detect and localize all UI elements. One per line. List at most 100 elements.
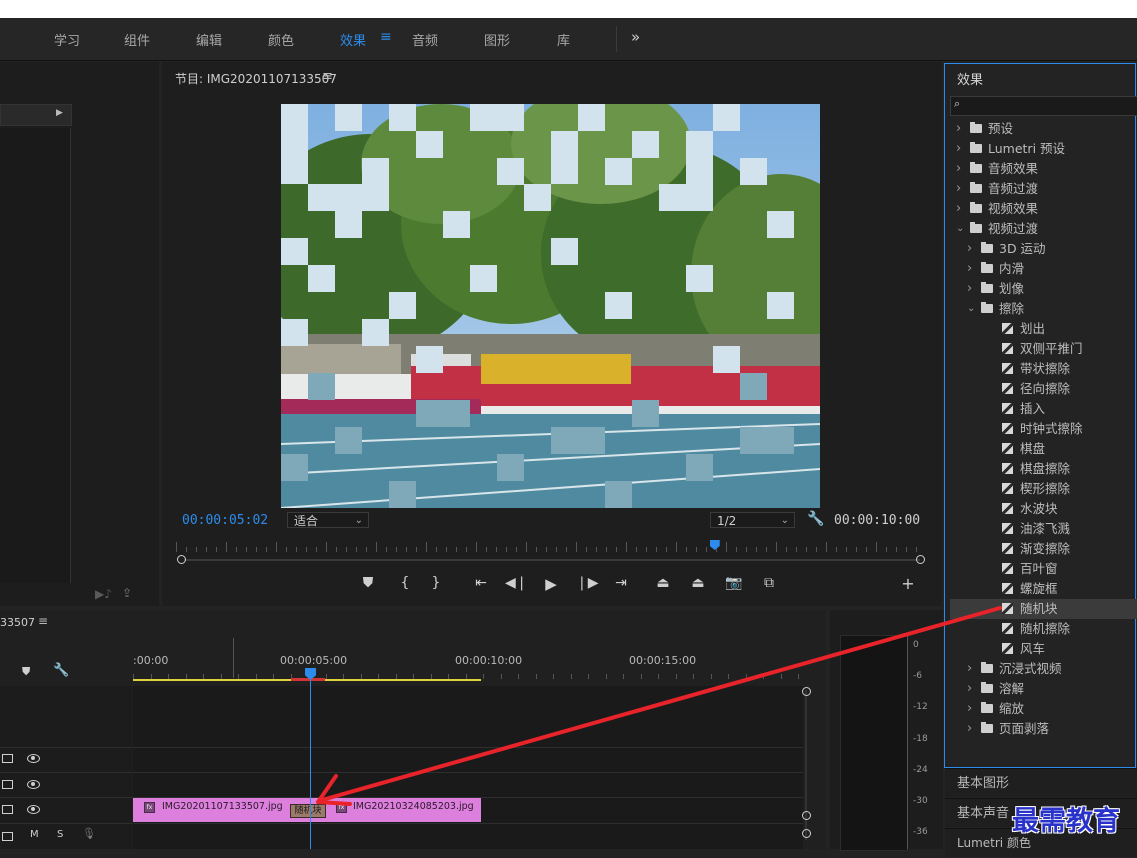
wrench-icon[interactable]: 🔧 bbox=[807, 511, 824, 527]
timeline-menu-icon[interactable]: ≡ bbox=[38, 614, 48, 628]
export-icon[interactable]: ⇪ bbox=[122, 586, 132, 600]
effects-tree-item[interactable]: 水波块 bbox=[950, 499, 1137, 519]
effects-tree-item[interactable]: 棋盘擦除 bbox=[950, 459, 1137, 479]
tab-editing[interactable]: 编辑 bbox=[196, 30, 222, 49]
add-marker-icon[interactable]: ⛊ bbox=[357, 575, 379, 591]
tab-libraries[interactable]: 库 bbox=[557, 30, 570, 49]
chevron-right-icon[interactable]: › bbox=[967, 679, 972, 699]
track-area[interactable]: fx IMG20201107133507.jpg fx IMG202103240… bbox=[133, 686, 803, 849]
sequence-tab[interactable]: 33507 bbox=[0, 616, 35, 629]
effects-tree-item[interactable]: 时钟式擦除 bbox=[950, 419, 1137, 439]
scroll-handle-bottom[interactable] bbox=[802, 811, 811, 820]
effects-tree-item[interactable]: 带状擦除 bbox=[950, 359, 1137, 379]
effects-tree-item[interactable]: 楔形擦除 bbox=[950, 479, 1137, 499]
essential-graphics-panel[interactable]: 基本图形 bbox=[945, 768, 1137, 797]
effects-tree-item[interactable]: ⌄ 擦除 bbox=[950, 299, 1137, 319]
step-forward-icon[interactable]: ❘▶ bbox=[576, 575, 599, 591]
mark-out-icon[interactable]: } bbox=[425, 575, 447, 591]
more-workspaces-icon[interactable]: » bbox=[631, 28, 640, 46]
resolution-select[interactable]: 1/2 ⌄ bbox=[710, 512, 795, 528]
track-output-icon[interactable] bbox=[2, 805, 13, 814]
effects-tree-item[interactable]: › 预设 bbox=[950, 119, 1137, 139]
effects-search-input[interactable]: ⌕ bbox=[950, 96, 1137, 116]
chevron-right-icon[interactable]: › bbox=[956, 179, 961, 199]
eye-icon[interactable] bbox=[27, 780, 40, 789]
transition-block[interactable]: 随机块 bbox=[290, 804, 326, 818]
chevron-right-icon[interactable]: › bbox=[956, 119, 961, 139]
tab-color[interactable]: 颜色 bbox=[268, 30, 294, 49]
effects-tree-item[interactable]: 油漆飞溅 bbox=[950, 519, 1137, 539]
chevron-right-icon[interactable]: › bbox=[956, 199, 961, 219]
effects-tree-item[interactable]: 划出 bbox=[950, 319, 1137, 339]
effects-tree-item[interactable]: 百叶窗 bbox=[950, 559, 1137, 579]
chevron-right-icon[interactable]: › bbox=[967, 279, 972, 299]
program-monitor-title[interactable]: 节目: IMG20201107133507 bbox=[175, 70, 337, 87]
eye-icon[interactable] bbox=[27, 754, 40, 763]
chevron-down-icon[interactable]: ⌄ bbox=[967, 299, 975, 319]
comparison-view-icon[interactable]: ⧉ bbox=[758, 575, 780, 591]
tab-effects[interactable]: 效果 bbox=[340, 30, 366, 49]
effects-tree-item[interactable]: › 音频过渡 bbox=[950, 179, 1137, 199]
chevron-right-icon[interactable]: › bbox=[956, 159, 961, 179]
tab-graphics[interactable]: 图形 bbox=[484, 30, 510, 49]
effects-tree-item[interactable]: › 音频效果 bbox=[950, 159, 1137, 179]
effects-tree-item[interactable]: › 页面剥落 bbox=[950, 719, 1137, 739]
go-to-in-icon[interactable]: ⇤ bbox=[470, 575, 492, 591]
play-icon[interactable]: ▶ bbox=[540, 575, 562, 593]
mute-button[interactable]: M bbox=[30, 829, 39, 840]
effects-tree-item[interactable]: ⌄ 视频过渡 bbox=[950, 219, 1137, 239]
solo-button[interactable]: S bbox=[57, 829, 63, 840]
eye-icon[interactable] bbox=[27, 805, 40, 814]
chevron-right-icon[interactable]: › bbox=[967, 719, 972, 739]
effects-tree-item[interactable]: › 沉浸式视频 bbox=[950, 659, 1137, 679]
play-arrow-icon[interactable]: ▶ bbox=[56, 108, 63, 118]
effects-tree-item[interactable]: 随机擦除 bbox=[950, 619, 1137, 639]
step-back-icon[interactable]: ◀❘ bbox=[505, 575, 528, 591]
effects-tree-item[interactable]: › 视频效果 bbox=[950, 199, 1137, 219]
effects-tree-item[interactable]: 螺旋框 bbox=[950, 579, 1137, 599]
track-output-icon[interactable] bbox=[2, 832, 13, 841]
video-clip[interactable]: fx IMG20201107133507.jpg fx IMG202103240… bbox=[133, 798, 481, 822]
scroll-handle-extra[interactable] bbox=[802, 829, 811, 838]
chevron-right-icon[interactable]: › bbox=[956, 139, 961, 159]
chevron-right-icon[interactable]: › bbox=[967, 239, 972, 259]
tab-learn[interactable]: 学习 bbox=[54, 30, 80, 49]
workspace-menu-icon[interactable]: ≡ bbox=[380, 29, 392, 45]
scroll-handle-right[interactable] bbox=[916, 555, 925, 564]
effects-tree-item[interactable]: 径向擦除 bbox=[950, 379, 1137, 399]
lift-icon[interactable]: ⏏ bbox=[652, 575, 674, 591]
effects-tree-item[interactable]: 风车 bbox=[950, 639, 1137, 659]
scroll-handle-left[interactable] bbox=[177, 555, 186, 564]
tab-audio[interactable]: 音频 bbox=[412, 30, 438, 49]
audio-drag-icon[interactable]: ▶♪ bbox=[95, 587, 112, 601]
add-marker-icon-timeline[interactable]: ⛊ bbox=[22, 665, 30, 679]
effects-tree-item[interactable]: › 内滑 bbox=[950, 259, 1137, 279]
track-output-icon[interactable] bbox=[2, 754, 13, 763]
effects-panel-title[interactable]: 效果 bbox=[957, 69, 983, 88]
current-timecode[interactable]: 00:00:05:02 bbox=[182, 513, 268, 528]
effects-tree-item[interactable]: 渐变擦除 bbox=[950, 539, 1137, 559]
wrench-icon-timeline[interactable]: 🔧 bbox=[53, 663, 69, 678]
add-button-icon[interactable]: + bbox=[897, 574, 919, 593]
effects-tree-item[interactable]: 棋盘 bbox=[950, 439, 1137, 459]
zoom-scrollbar[interactable] bbox=[184, 559, 920, 561]
effects-tree-item[interactable]: › 划像 bbox=[950, 279, 1137, 299]
camera-icon[interactable]: 📷 bbox=[723, 575, 745, 591]
effects-tree-item[interactable]: 随机块 bbox=[950, 599, 1137, 619]
microphone-icon[interactable]: 🎙 bbox=[82, 827, 96, 840]
monitor-menu-icon[interactable]: ≡ bbox=[322, 69, 333, 84]
chevron-down-icon[interactable]: ⌄ bbox=[956, 219, 964, 239]
mark-in-icon[interactable]: { bbox=[394, 575, 416, 591]
effects-tree-item[interactable]: › 缩放 bbox=[950, 699, 1137, 719]
chevron-right-icon[interactable]: › bbox=[967, 259, 972, 279]
zoom-select[interactable]: 适合 ⌄ bbox=[287, 512, 369, 528]
effects-tree-item[interactable]: › 溶解 bbox=[950, 679, 1137, 699]
track-output-icon[interactable] bbox=[2, 780, 13, 789]
effects-tree-item[interactable]: › Lumetri 预设 bbox=[950, 139, 1137, 159]
scroll-handle-top[interactable] bbox=[802, 687, 811, 696]
effects-tree-item[interactable]: 双侧平推门 bbox=[950, 339, 1137, 359]
tab-assembly[interactable]: 组件 bbox=[124, 30, 150, 49]
chevron-right-icon[interactable]: › bbox=[967, 659, 972, 679]
extract-icon[interactable]: ⏏ bbox=[687, 575, 709, 591]
effects-tree-item[interactable]: 插入 bbox=[950, 399, 1137, 419]
